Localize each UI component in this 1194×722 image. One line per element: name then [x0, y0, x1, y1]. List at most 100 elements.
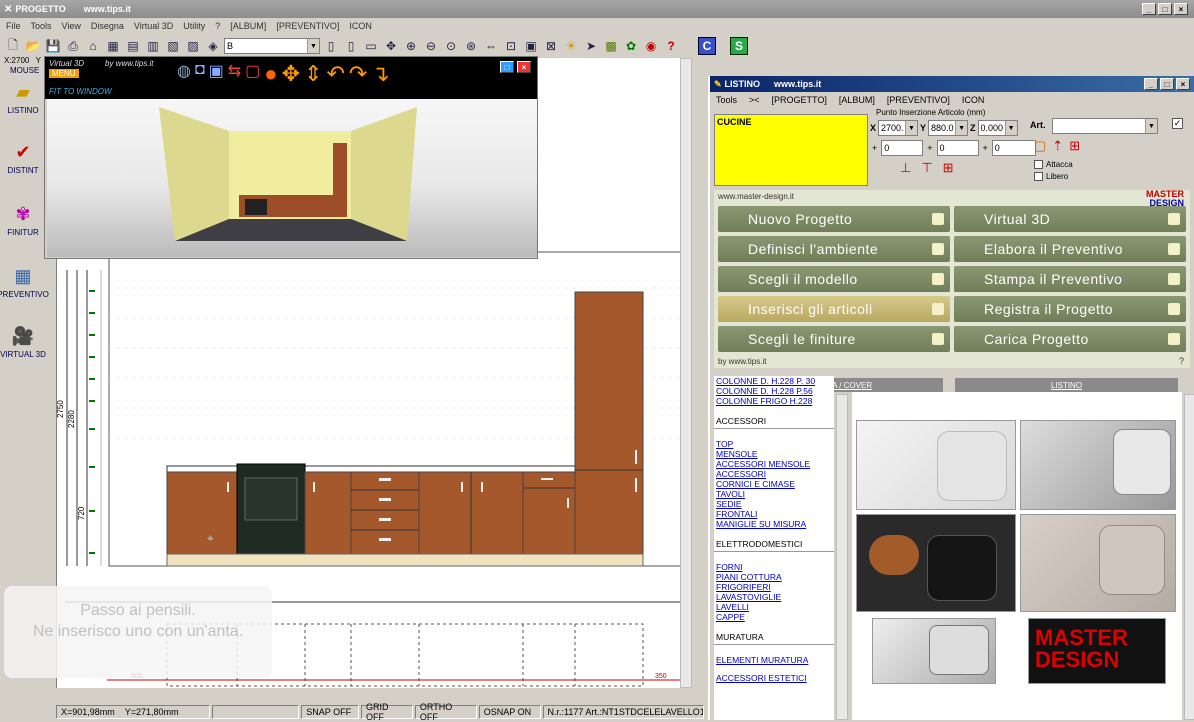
listino-menu-item[interactable]: [ALBUM]: [839, 95, 875, 105]
tool-finiture[interactable]: ✾ FINITUR: [0, 200, 46, 238]
category-link[interactable]: CORNICI E CIMASE: [714, 479, 834, 489]
save-icon[interactable]: 💾: [44, 37, 62, 55]
add-item-icon[interactable]: ▢: [1034, 138, 1046, 154]
category-link[interactable]: ACCESSORI ESTETICI: [714, 673, 834, 683]
pan-arrows-icon[interactable]: ✥: [282, 61, 300, 87]
menu-item[interactable]: Virtual 3D: [134, 21, 173, 31]
menu-item[interactable]: [PREVENTIVO]: [276, 21, 339, 31]
category-link[interactable]: COLONNE D. H.228 P.56: [714, 386, 834, 396]
sink-image[interactable]: [856, 420, 1016, 510]
box-icon[interactable]: ◈: [204, 37, 222, 55]
catlist-vscroll[interactable]: [836, 394, 848, 720]
v3d-fit-button[interactable]: FIT TO WINDOW: [49, 87, 112, 96]
category-link[interactable]: COLONNE FRIGO H.228: [714, 396, 834, 406]
category-link[interactable]: LAVASTOVIGLIE: [714, 592, 834, 602]
listino-menu-item[interactable]: [PROGETTO]: [772, 95, 827, 105]
layer-panel-icon[interactable]: ▩: [602, 37, 620, 55]
sink-image[interactable]: [1020, 514, 1176, 612]
md-button[interactable]: Scegli il modello: [718, 266, 950, 292]
category-link[interactable]: MENSOLE: [714, 449, 834, 459]
md-button[interactable]: Elabora il Preventivo: [954, 236, 1186, 262]
insert-point-icon[interactable]: ⊥: [900, 160, 911, 176]
tool-virtual3d[interactable]: 🎥 VIRTUAL 3D: [0, 322, 46, 360]
sink-image[interactable]: [1020, 420, 1176, 510]
snap-toggle[interactable]: SNAP OFF: [301, 705, 360, 719]
pages-icon[interactable]: ▭: [362, 37, 380, 55]
snap-icon[interactable]: ⊠: [542, 37, 560, 55]
tool-listino[interactable]: ▰ LISTINO: [0, 78, 46, 116]
insert-plus-icon[interactable]: ⊤: [921, 160, 932, 176]
maximize-button[interactable]: □: [1158, 3, 1172, 15]
door-icon[interactable]: ▥: [144, 37, 162, 55]
new-file-icon[interactable]: 🗋: [4, 37, 22, 55]
category-link[interactable]: TAVOLI: [714, 489, 834, 499]
v3d-close-button[interactable]: ×: [517, 61, 531, 73]
md-button[interactable]: Nuovo Progetto: [718, 206, 950, 232]
menu-item[interactable]: Tools: [31, 21, 52, 31]
menu-item[interactable]: ICON: [349, 21, 372, 31]
listino-menu-item[interactable]: [PREVENTIVO]: [887, 95, 950, 105]
offset-y-input[interactable]: 0: [936, 140, 979, 156]
help-icon[interactable]: ?: [662, 37, 680, 55]
listino-menu-item[interactable]: Tools: [716, 95, 737, 105]
tool-distinta[interactable]: ✔ DISTINT: [0, 138, 46, 176]
category-link[interactable]: LAVELLI: [714, 602, 834, 612]
libero-checkbox[interactable]: [1034, 172, 1043, 181]
rotate-left-icon[interactable]: ↶: [326, 61, 344, 87]
open-folder-icon[interactable]: 📂: [24, 37, 42, 55]
offset-x-input[interactable]: 0: [881, 140, 924, 156]
art-checkbox[interactable]: ✓: [1172, 118, 1183, 129]
canvas-vscroll[interactable]: [680, 58, 692, 688]
category-link[interactable]: TOP: [714, 439, 834, 449]
frame-icon[interactable]: ▢: [245, 61, 260, 87]
add-chart-icon[interactable]: ⊞: [1069, 138, 1080, 154]
move-icon[interactable]: ✥: [382, 37, 400, 55]
virtual3d-viewport[interactable]: [47, 99, 537, 257]
ortho-toggle[interactable]: ORTHO OFF: [414, 702, 477, 722]
print-icon[interactable]: ⎙: [64, 37, 82, 55]
category-link[interactable]: ELEMENTI MURATURA: [714, 655, 834, 665]
listino-close-button[interactable]: ×: [1176, 78, 1190, 90]
category-link[interactable]: FRIGORIFERI: [714, 582, 834, 592]
arrow-icon[interactable]: ➤: [582, 37, 600, 55]
rect-icon[interactable]: ▣: [522, 37, 540, 55]
md-button[interactable]: Scegli le finiture: [718, 326, 950, 352]
menu-item[interactable]: ?: [215, 21, 220, 31]
page-icon[interactable]: ▯: [322, 37, 340, 55]
insert-grid-icon[interactable]: ⊞: [943, 160, 954, 176]
category-link[interactable]: MANIGLIE SU MISURA: [714, 519, 834, 529]
attacca-checkbox[interactable]: [1034, 160, 1043, 169]
listino-maximize-button[interactable]: □: [1160, 78, 1174, 90]
home-icon[interactable]: ⌂: [84, 37, 102, 55]
category-link[interactable]: SEDIE: [714, 499, 834, 509]
category-link[interactable]: CAPPE: [714, 612, 834, 622]
z-input[interactable]: 0.000 ▼: [977, 120, 1018, 136]
menu-item[interactable]: View: [62, 21, 81, 31]
color-icon[interactable]: ◉: [642, 37, 660, 55]
category-link[interactable]: FRONTALI: [714, 509, 834, 519]
light-icon[interactable]: ☀: [562, 37, 580, 55]
window-icon[interactable]: ▤: [124, 37, 142, 55]
md-help-icon[interactable]: ?: [1179, 356, 1184, 366]
menu-item[interactable]: Disegna: [91, 21, 124, 31]
md-button[interactable]: Virtual 3D: [954, 206, 1186, 232]
zoom-in-icon[interactable]: ⊕: [402, 37, 420, 55]
menu-item[interactable]: [ALBUM]: [230, 21, 266, 31]
x-input[interactable]: 2700. ▼: [878, 120, 919, 136]
globe-icon[interactable]: ◍: [177, 61, 191, 87]
md-button[interactable]: Stampa il Preventivo: [954, 266, 1186, 292]
render-icon[interactable]: ▣: [209, 61, 224, 87]
s-badge-icon[interactable]: S: [730, 37, 748, 55]
v3d-menu-button[interactable]: MENU: [49, 69, 79, 78]
md-button[interactable]: Inserisci gli articoli: [718, 296, 950, 322]
sink-image[interactable]: [856, 514, 1016, 612]
block-icon[interactable]: ▧: [164, 37, 182, 55]
photo-icon[interactable]: ◘: [195, 61, 205, 87]
y-input[interactable]: 880.0 ▼: [928, 120, 969, 136]
tool-preventivo[interactable]: ▦ PREVENTIVO: [0, 262, 49, 300]
listino-menu-item[interactable]: ICON: [962, 95, 985, 105]
category-link[interactable]: ACCESSORI MENSOLE: [714, 459, 834, 469]
listino-menu-item[interactable]: ><: [749, 95, 760, 105]
tab-listino[interactable]: LISTINO: [955, 378, 1178, 392]
zoom-all-icon[interactable]: ⊛: [462, 37, 480, 55]
